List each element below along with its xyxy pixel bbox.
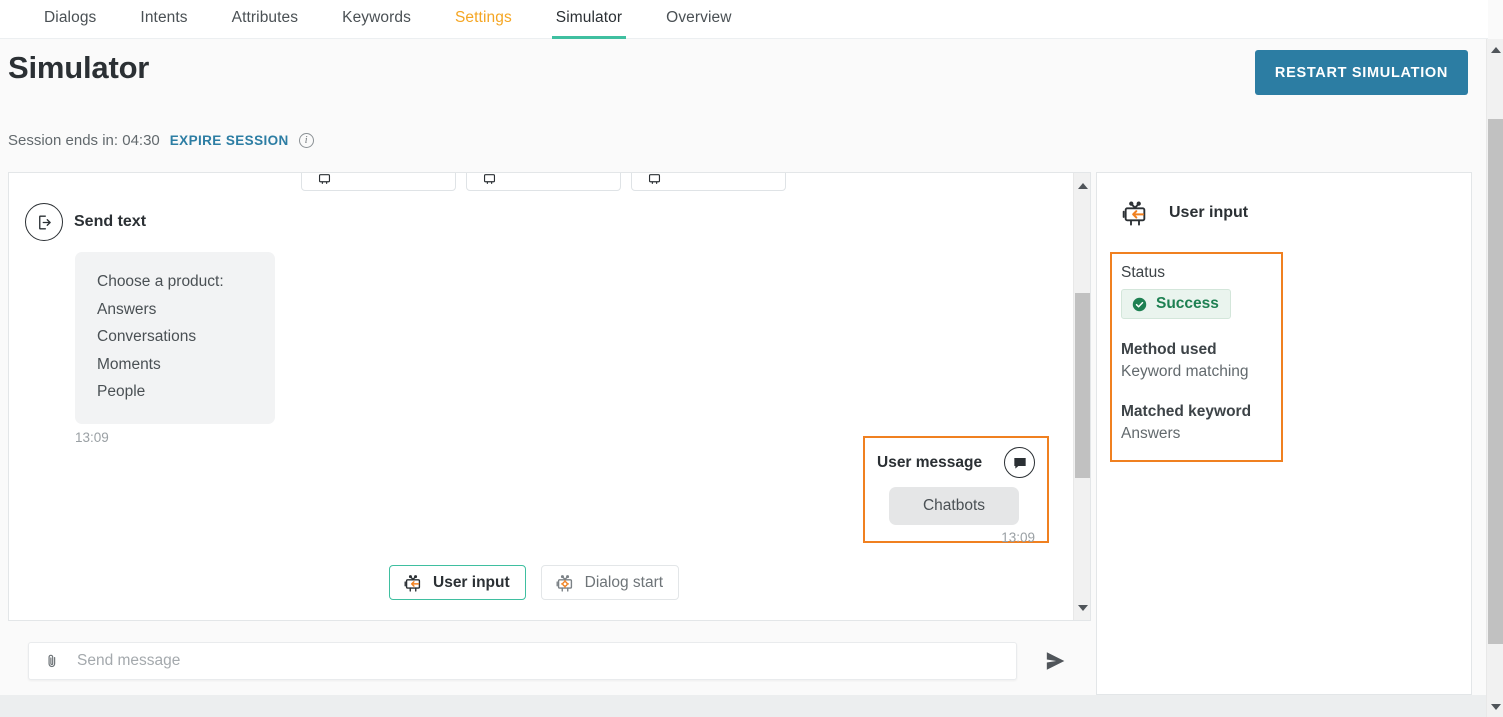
bot-message-line: Moments [97, 355, 161, 373]
bot-message-header: Send text [25, 203, 275, 241]
conversation-scrollbar[interactable] [1073, 173, 1090, 620]
bot-message-line: Choose a product: [97, 273, 224, 290]
node-details-header: User input [1097, 173, 1471, 229]
check-circle-icon [1132, 297, 1147, 311]
user-message-title: User message [877, 453, 983, 471]
scroll-down-arrow-icon[interactable] [1074, 599, 1090, 616]
status-badge-label: Success [1156, 295, 1219, 312]
node-details-panel: User input Status Success Method used Ke… [1096, 172, 1472, 695]
method-used-label: Method used [1121, 341, 1217, 358]
session-countdown-text: Session ends in: 04:30 [8, 132, 160, 149]
tab-intents[interactable]: Intents [140, 0, 187, 39]
matched-keyword-field: Matched keyword Answers [1121, 403, 1281, 443]
tab-overview[interactable]: Overview [666, 0, 731, 39]
page-scrollbar-thumb[interactable] [1488, 119, 1503, 644]
status-badge: Success [1121, 289, 1231, 319]
chat-bubble-icon[interactable] [1004, 447, 1035, 478]
page-header: Simulator RESTART SIMULATION Session end… [0, 39, 1488, 157]
chip-cut-3[interactable] [631, 173, 786, 191]
matched-keyword-value: Answers [1121, 425, 1181, 442]
page-scroll-up-arrow-icon[interactable] [1487, 41, 1503, 58]
robot-user-input-icon [1122, 201, 1146, 226]
user-message-bubble: Chatbots [889, 487, 1019, 525]
expire-session-link[interactable]: EXPIRE SESSION [170, 133, 289, 148]
user-message-card[interactable]: User message Chatbots 13:09 [863, 436, 1049, 545]
info-icon[interactable]: i [298, 133, 314, 148]
tab-settings[interactable]: Settings [455, 0, 512, 39]
bot-message-bubble: Choose a product: Answers Conversations … [75, 252, 275, 424]
bot-message-line: People [97, 383, 146, 400]
tab-attributes[interactable]: Attributes [232, 0, 298, 39]
chip-user-input-label: User input [433, 573, 510, 591]
send-text-icon [25, 203, 63, 241]
chip-dialog-start-label: Dialog start [584, 573, 664, 591]
tab-keywords[interactable]: Keywords [342, 0, 411, 39]
chip-cut-2[interactable] [466, 173, 621, 191]
message-input[interactable] [75, 651, 1006, 671]
node-details-title: User input [1169, 204, 1249, 221]
robot-icon [483, 173, 496, 184]
page-bottom-strip [0, 695, 1488, 717]
chip-dialog-start[interactable]: Dialog start [540, 565, 680, 600]
tab-simulator[interactable]: Simulator [551, 0, 627, 39]
paperclip-icon[interactable] [43, 652, 61, 670]
conversation-panel: Send text Choose a product: Answers Conv… [8, 172, 1091, 621]
offscreen-chip-row [301, 173, 786, 191]
send-icon [1046, 652, 1065, 670]
robot-icon [318, 173, 331, 184]
bot-message-timestamp: 13:09 [75, 429, 109, 445]
simulator-page: Dialogs Intents Attributes Keywords Sett… [0, 0, 1503, 717]
robot-icon [648, 173, 661, 184]
message-composer [8, 628, 1091, 694]
page-scroll-down-arrow-icon[interactable] [1487, 698, 1503, 715]
page-title: Simulator [8, 50, 150, 85]
user-message-header: User message [877, 447, 1035, 478]
robot-dialog-start-icon [556, 574, 572, 592]
chip-cut-1[interactable] [301, 173, 456, 191]
node-chip-row: User input Dialog start [389, 565, 680, 600]
tab-dialogs[interactable]: Dialogs [44, 0, 96, 39]
node-details-box: Status Success Method used Keyword match… [1110, 252, 1283, 462]
restart-simulation-button[interactable]: RESTART SIMULATION [1255, 50, 1468, 95]
bot-message-line: Conversations [97, 328, 197, 345]
send-message-button[interactable] [1037, 643, 1073, 679]
robot-user-input-icon [404, 574, 421, 592]
method-used-field: Method used Keyword matching [1121, 341, 1281, 381]
status-label: Status [1121, 264, 1165, 281]
main-navigation: Dialogs Intents Attributes Keywords Sett… [0, 0, 1488, 39]
scroll-up-arrow-icon[interactable] [1074, 177, 1090, 194]
page-scrollbar[interactable] [1486, 39, 1503, 717]
conversation-scroll-area: Send text Choose a product: Answers Conv… [9, 173, 1073, 620]
chip-user-input[interactable]: User input [389, 565, 526, 600]
bot-node-title: Send text [74, 213, 147, 230]
method-used-value: Keyword matching [1121, 363, 1249, 380]
user-message-timestamp: 13:09 [1001, 530, 1035, 545]
bot-message-line: Answers [97, 300, 157, 318]
session-status-row: Session ends in: 04:30 EXPIRE SESSION i [8, 132, 314, 149]
conversation-scrollbar-thumb[interactable] [1075, 293, 1090, 478]
message-input-wrapper [28, 642, 1017, 680]
matched-keyword-label: Matched keyword [1121, 403, 1252, 420]
bot-message-block: Send text Choose a product: Answers Conv… [25, 203, 275, 445]
